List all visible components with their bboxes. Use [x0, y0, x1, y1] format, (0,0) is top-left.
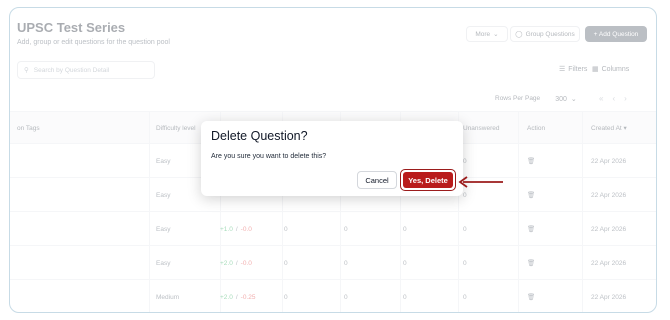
created-cell: 22 Apr 2026	[591, 259, 627, 267]
table-row[interactable]: Easy +2.0 / -0.0 0 0 0 0 🗑 22 Apr 2026	[10, 246, 656, 280]
more-button[interactable]: More ⌄	[466, 26, 508, 42]
confirm-delete-button[interactable]: Yes, Delete	[403, 172, 453, 188]
annotation-arrow-icon	[458, 176, 503, 188]
difficulty-cell: Easy	[156, 259, 171, 267]
columns-icon: ▦	[592, 66, 599, 73]
marks-separator: /	[235, 225, 238, 233]
group-questions-label: Group Questions	[525, 30, 575, 38]
marks-positive: +2.0	[220, 293, 233, 301]
cancel-button[interactable]: Cancel	[357, 171, 397, 189]
difficulty-cell: Medium	[156, 293, 180, 301]
columns-label: Columns	[601, 65, 630, 73]
delete-icon[interactable]: 🗑	[527, 246, 535, 280]
delete-icon[interactable]: 🗑	[527, 144, 535, 178]
marks-negative: -0.25	[240, 293, 256, 301]
unanswered-cell: 0	[463, 293, 467, 301]
created-cell: 22 Apr 2026	[591, 293, 627, 301]
page-title: UPSC Test Series	[17, 20, 126, 35]
search-icon: ⚲	[24, 67, 29, 74]
more-label: More	[475, 30, 491, 38]
rows-per-page-label: Rows Per Page	[495, 95, 541, 102]
group-questions-button[interactable]: ◯ Group Questions	[510, 26, 580, 42]
marks-cell: +1.0 / -0.0	[220, 212, 252, 246]
incorrect-cell: 0	[403, 225, 407, 233]
difficulty-cell: Easy	[156, 157, 171, 165]
filters-label: Filters	[568, 65, 588, 73]
unanswered-cell: 0	[463, 157, 467, 165]
rows-per-page-value: 300	[555, 95, 567, 103]
delete-icon[interactable]: 🗑	[527, 280, 535, 312]
first-page-icon[interactable]: «	[599, 94, 603, 103]
delete-icon[interactable]: 🗑	[527, 212, 535, 246]
columns-button[interactable]: ▦ Columns	[592, 65, 630, 74]
filter-icon: ☰	[559, 66, 566, 73]
add-question-label: + Add Question	[593, 30, 639, 38]
correct-cell: 0	[344, 225, 348, 233]
col-tags[interactable]: on Tags	[17, 112, 40, 145]
marks-negative: -0.0	[240, 259, 252, 267]
chevron-down-icon: ⌄	[570, 96, 577, 103]
col-unanswered[interactable]: Unanswered	[463, 112, 500, 145]
incorrect-cell: 0	[403, 293, 407, 301]
pagination: « ‹ ›	[599, 94, 627, 103]
col-action: Action	[527, 124, 546, 132]
prev-page-icon[interactable]: ‹	[612, 94, 615, 103]
search-placeholder: Search by Question Detail	[33, 66, 110, 74]
dialog-title: Delete Question?	[211, 129, 308, 143]
marks-separator: /	[235, 259, 238, 267]
group-icon: ◯	[515, 31, 523, 38]
next-page-icon[interactable]: ›	[624, 94, 627, 103]
difficulty-cell: Easy	[156, 191, 171, 199]
unanswered-cell: 0	[463, 225, 467, 233]
filters-button[interactable]: ☰ Filters	[559, 65, 588, 74]
marks-negative: -0.0	[240, 225, 252, 233]
correct-cell: 0	[344, 293, 348, 301]
dialog-message: Are you sure you want to delete this?	[211, 153, 327, 160]
correct-cell: 0	[344, 259, 348, 267]
col-created-at[interactable]: Created At ▾	[591, 112, 627, 145]
delete-icon[interactable]: 🗑	[527, 178, 535, 212]
page-subtitle: Add, group or edit questions for the que…	[17, 39, 170, 46]
n-cell: 0	[284, 259, 288, 267]
chevron-down-icon: ⌄	[493, 31, 499, 38]
delete-dialog: Delete Question? Are you sure you want t…	[201, 121, 463, 196]
incorrect-cell: 0	[403, 259, 407, 267]
marks-positive: +2.0	[220, 259, 233, 267]
search-input[interactable]: ⚲ Search by Question Detail	[17, 61, 155, 79]
created-cell: 22 Apr 2026	[591, 157, 627, 165]
table-row[interactable]: Easy +1.0 / -0.0 0 0 0 0 🗑 22 Apr 2026	[10, 212, 656, 246]
marks-positive: +1.0	[220, 225, 233, 233]
rows-per-page-select[interactable]: 300 ⌄	[546, 92, 586, 106]
difficulty-cell: Easy	[156, 225, 171, 233]
n-cell: 0	[284, 225, 288, 233]
marks-cell: +2.0 / -0.25	[220, 280, 256, 312]
marks-cell: +2.0 / -0.0	[220, 246, 252, 280]
unanswered-cell: 0	[463, 259, 467, 267]
table-row[interactable]: Medium +2.0 / -0.25 0 0 0 0 🗑 22 Apr 202…	[10, 280, 656, 312]
marks-separator: /	[235, 293, 238, 301]
col-difficulty[interactable]: Difficulty level	[156, 112, 196, 145]
created-cell: 22 Apr 2026	[591, 225, 627, 233]
n-cell: 0	[284, 293, 288, 301]
created-cell: 22 Apr 2026	[591, 191, 627, 199]
add-question-button[interactable]: + Add Question	[585, 26, 647, 42]
